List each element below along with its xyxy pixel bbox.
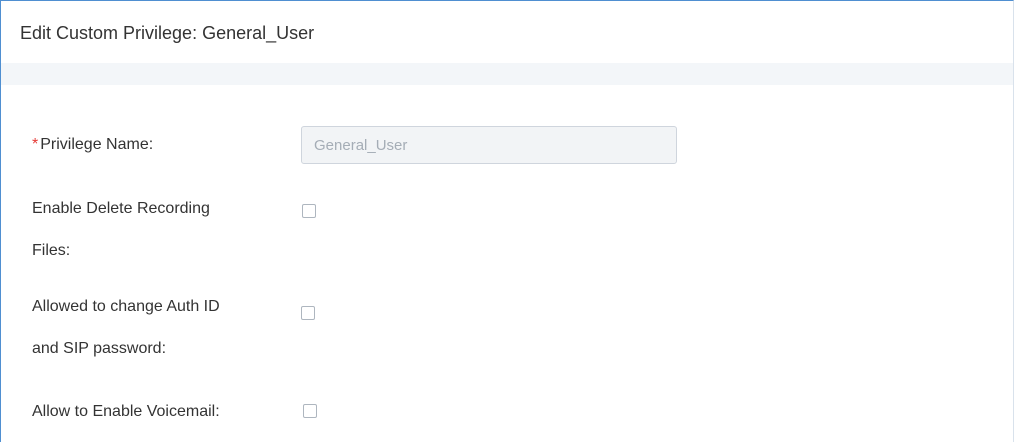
dialog-title: Edit Custom Privilege: General_User	[20, 23, 315, 43]
dialog-header: Edit Custom Privilege: General_User	[1, 1, 1013, 64]
allow-change-auth-label-line1: Allowed to change Auth ID	[32, 298, 220, 315]
privilege-name-input[interactable]	[301, 126, 677, 164]
allow-enable-voicemail-checkbox[interactable]	[303, 404, 317, 418]
allow-enable-voicemail-label: Allow to Enable Voicemail:	[32, 403, 220, 420]
allow-change-auth-checkbox[interactable]	[301, 306, 315, 320]
edit-privilege-dialog: Edit Custom Privilege: General_User * Pri…	[0, 0, 1014, 442]
enable-delete-recording-checkbox[interactable]	[302, 204, 316, 218]
enable-delete-recording-label-line1: Enable Delete Recording	[32, 200, 210, 217]
enable-delete-recording-label-line2: Files:	[32, 242, 71, 259]
header-separator-band	[1, 63, 1013, 85]
allow-change-auth-label-line2: and SIP password:	[32, 340, 167, 357]
privilege-name-label: * Privilege Name:	[32, 126, 153, 164]
required-mark: *	[32, 136, 39, 153]
privilege-name-label-text: Privilege Name:	[40, 136, 154, 153]
